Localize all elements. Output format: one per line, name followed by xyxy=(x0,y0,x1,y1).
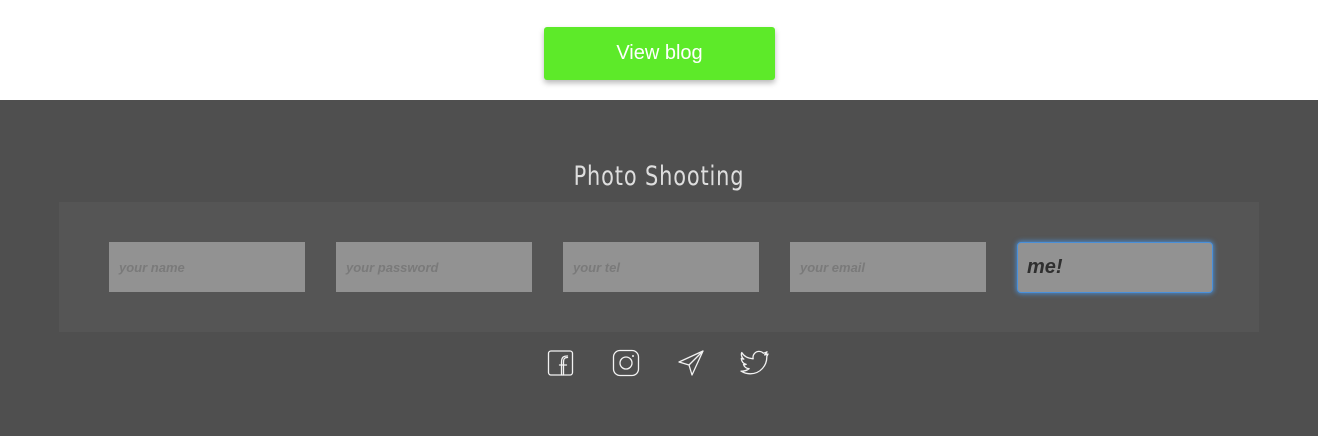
footer-title: Photo Shooting xyxy=(573,161,745,192)
top-section: View blog xyxy=(0,0,1318,100)
submit-button[interactable]: me! xyxy=(1017,242,1213,293)
facebook-icon xyxy=(546,348,576,378)
email-input[interactable]: your email xyxy=(790,242,986,292)
instagram-icon xyxy=(611,348,641,378)
social-links xyxy=(546,348,776,380)
footer: Photo Shooting your name your password y… xyxy=(0,100,1318,436)
name-input[interactable]: your name xyxy=(109,242,305,292)
telegram-link[interactable] xyxy=(676,348,706,378)
view-blog-button[interactable]: View blog xyxy=(544,27,775,80)
telegram-icon xyxy=(676,348,706,378)
submit-button-label: me! xyxy=(1027,256,1063,278)
tel-input-placeholder: your tel xyxy=(573,259,620,275)
email-input-placeholder: your email xyxy=(800,259,866,275)
name-input-placeholder: your name xyxy=(119,259,185,275)
twitter-link[interactable] xyxy=(740,348,770,378)
twitter-icon xyxy=(740,348,770,378)
password-input-placeholder: your password xyxy=(346,259,439,275)
tel-input[interactable]: your tel xyxy=(563,242,759,292)
password-input[interactable]: your password xyxy=(336,242,532,292)
facebook-link[interactable] xyxy=(546,348,576,378)
contact-form: your name your password your tel your em… xyxy=(59,202,1259,332)
instagram-link[interactable] xyxy=(611,348,641,378)
